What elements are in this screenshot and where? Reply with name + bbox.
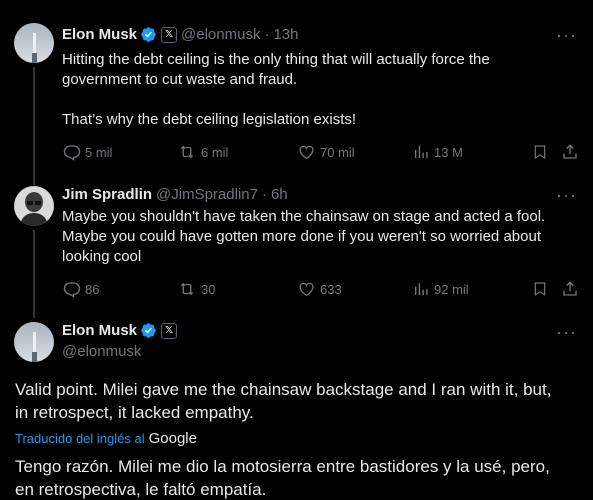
like-count: 633 [320, 281, 342, 297]
separator-dot: · [264, 26, 270, 43]
text-line: looking cool [62, 248, 142, 265]
views-count: 92 mil [434, 281, 469, 297]
share-button[interactable] [561, 280, 579, 298]
views-button[interactable]: 13 M [412, 143, 463, 161]
text-line: government to cut waste and fraud. [62, 71, 298, 88]
like-icon [297, 280, 316, 298]
text-line: Tengo razón. Milei me dio la motosierra … [15, 457, 550, 476]
translated-label: Traducido del inglés al [15, 431, 145, 446]
text-line: in retrospect, it lacked empathy. [15, 403, 254, 422]
author-name[interactable]: Elon Musk [62, 26, 137, 43]
share-icon [561, 143, 579, 161]
repost-button[interactable]: 6 mil [177, 143, 228, 161]
verified-icon [140, 322, 157, 339]
more-icon[interactable]: ··· [556, 186, 577, 204]
reply-button[interactable]: 5 mil [63, 143, 112, 161]
share-button[interactable] [561, 143, 579, 161]
views-icon [412, 143, 430, 161]
bookmark-button[interactable] [532, 143, 548, 161]
timestamp[interactable]: 13h [273, 26, 298, 43]
text-line: Maybe you shouldn't have taken the chain… [62, 208, 546, 225]
author-handle[interactable]: @elonmusk [181, 26, 260, 43]
text-line: That’s why the debt ceiling legislation … [62, 111, 357, 128]
like-button[interactable]: 70 mil [297, 143, 355, 161]
avatar-jim[interactable] [14, 186, 54, 226]
bookmark-button[interactable] [532, 280, 548, 298]
repost-button[interactable]: 30 [177, 280, 215, 298]
repost-icon [177, 143, 197, 161]
reply-count: 86 [85, 281, 100, 297]
reply-icon [63, 143, 81, 161]
text-line: Hitting the debt ceiling is the only thi… [62, 51, 490, 68]
bookmark-icon [532, 280, 548, 298]
more-icon[interactable]: ··· [556, 323, 577, 341]
author-name[interactable]: Elon Musk [62, 322, 137, 339]
verified-icon [140, 26, 157, 43]
views-icon [412, 280, 430, 298]
tweet-header: Elon Musk 𝕏 [62, 322, 178, 339]
like-count: 70 mil [320, 144, 355, 160]
tweet-text: Hitting the debt ceiling is the only thi… [62, 50, 582, 130]
repost-count: 30 [201, 281, 216, 297]
tweet-text: Valid point. Milei gave me the chainsaw … [15, 378, 575, 424]
thread-line [33, 67, 35, 185]
action-bar: 86 30 633 92 mil [63, 280, 581, 300]
x-badge-icon: 𝕏 [161, 26, 178, 43]
action-bar: 5 mil 6 mil 70 mil 13 M [63, 143, 581, 163]
avatar-elon[interactable] [14, 322, 54, 362]
bookmark-icon [532, 143, 548, 161]
reply-icon [63, 280, 81, 298]
more-icon[interactable]: ··· [556, 26, 577, 44]
text-line: en retrospectiva, le faltó empatía. [15, 480, 267, 499]
author-handle[interactable]: @JimSpradlin7 [156, 186, 258, 203]
like-button[interactable]: 633 [297, 280, 342, 298]
repost-icon [177, 280, 197, 298]
tweet-text: Maybe you shouldn't have taken the chain… [62, 207, 582, 267]
author-handle[interactable]: @elonmusk [62, 343, 141, 360]
text-line: Valid point. Milei gave me the chainsaw … [15, 380, 552, 399]
translated-text: Tengo razón. Milei me dio la motosierra … [15, 455, 580, 500]
repost-count: 6 mil [201, 144, 229, 160]
thread-line [33, 230, 35, 318]
reply-button[interactable]: 86 [63, 280, 99, 298]
text-line: Maybe you could have gotten more done if… [62, 228, 541, 245]
timestamp[interactable]: 6h [271, 186, 288, 203]
like-icon [297, 143, 316, 161]
tweet-elon-1[interactable]: Elon Musk 𝕏 @elonmusk · 13h ··· Hitting … [0, 0, 593, 185]
views-button[interactable]: 92 mil [412, 280, 469, 298]
tweet-jim-reply[interactable]: Jim Spradlin @JimSpradlin7 · 6h ··· Mayb… [0, 178, 593, 318]
reply-count: 5 mil [85, 144, 113, 160]
google-logo: Google [148, 430, 197, 447]
separator-dot: · [261, 186, 267, 203]
views-count: 13 M [434, 144, 463, 160]
x-badge-icon: 𝕏 [161, 322, 178, 339]
tweet-header: Jim Spradlin @JimSpradlin7 · 6h [62, 186, 288, 203]
share-icon [561, 280, 579, 298]
tweet-header: Elon Musk 𝕏 @elonmusk · 13h [62, 26, 298, 43]
avatar-elon[interactable] [14, 23, 54, 63]
author-name[interactable]: Jim Spradlin [62, 186, 152, 203]
translation-attribution[interactable]: Traducido del inglés al Google [15, 430, 197, 447]
